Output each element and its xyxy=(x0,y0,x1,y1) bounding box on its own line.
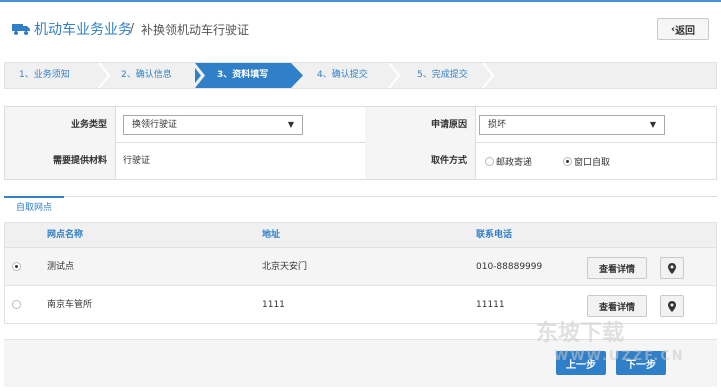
map-pin-icon xyxy=(668,262,676,274)
table-header: 网点名称 地址 联系电话 xyxy=(5,223,716,247)
page-title: 机动车业务业务 xyxy=(34,22,132,38)
materials-value: 行驶证 xyxy=(123,156,151,166)
page-header: 机动车业务业务 / 补换领机动车行驶证 ‹ 返回 xyxy=(0,0,721,52)
caret-down-icon: ▼ xyxy=(649,120,656,129)
map-pin-button[interactable] xyxy=(660,257,684,279)
tab-bar: 自取网点 xyxy=(4,196,717,219)
pickup-option-window-label: 窗口自取 xyxy=(574,157,611,168)
step-progress: 1、业务须知 2、确认信息 3、资料填写 4、确认提交 5、完成提交 xyxy=(4,62,717,89)
pickup-option-post-label: 邮政寄递 xyxy=(496,157,533,168)
map-pin-icon xyxy=(668,300,676,312)
business-type-value: 换领行驶证 xyxy=(132,120,178,130)
step-separator xyxy=(388,63,401,88)
reason-select[interactable]: 损坏 ▼ xyxy=(479,115,665,135)
step-4-label: 4、确认提交 xyxy=(317,70,368,80)
column-header-address: 地址 xyxy=(262,230,281,240)
breadcrumb-separator: / xyxy=(130,21,135,35)
page-subtitle: 补换领机动车行驶证 xyxy=(141,23,250,37)
view-details-label: 查看详情 xyxy=(598,264,635,275)
column-header-name: 网点名称 xyxy=(47,230,84,240)
form-footer: 上一步 下一步 xyxy=(4,339,717,387)
pickup-option-post[interactable]: 邮政寄递 xyxy=(485,143,532,179)
step-separator xyxy=(98,63,111,88)
step-3-label: 3、资料填写 xyxy=(217,70,269,80)
application-form: 业务类型 换领行驶证 ▼ 申请原因 损坏 ▼ 需要提供材料 行驶证 取件方式 邮… xyxy=(4,106,717,180)
caret-down-icon: ▼ xyxy=(287,120,294,129)
next-step-button[interactable]: 下一步 xyxy=(616,351,666,375)
business-type-select[interactable]: 换领行驶证 ▼ xyxy=(123,115,303,135)
tab-pickup-points[interactable]: 自取网点 xyxy=(4,196,64,219)
row-radio-button[interactable] xyxy=(12,262,21,271)
reason-value: 损坏 xyxy=(488,120,507,130)
step-3: 3、资料填写 xyxy=(195,63,291,88)
step-1: 1、业务须知 xyxy=(5,63,97,88)
row-radio-button[interactable] xyxy=(12,300,21,309)
pickup-point-table: 网点名称 地址 联系电话 测试点 北京天安门 010-88889999 查看详情… xyxy=(4,222,717,324)
radio-button[interactable] xyxy=(485,156,494,166)
point-phone: 11111 xyxy=(476,300,505,310)
view-details-button[interactable]: 查看详情 xyxy=(587,295,647,317)
pickup-label: 取件方式 xyxy=(365,143,475,179)
reason-label: 申请原因 xyxy=(365,107,475,143)
step-5-label: 5、完成提交 xyxy=(417,70,468,80)
back-button[interactable]: ‹ 返回 xyxy=(657,18,709,40)
step-2: 2、确认信息 xyxy=(111,63,195,88)
column-header-phone: 联系电话 xyxy=(476,230,513,240)
truck-icon xyxy=(12,24,30,35)
previous-step-button[interactable]: 上一步 xyxy=(556,351,606,375)
step-arrow-in xyxy=(191,63,205,88)
step-1-label: 1、业务须知 xyxy=(19,70,70,80)
form-row-1: 业务类型 换领行驶证 ▼ 申请原因 损坏 ▼ xyxy=(5,107,716,143)
table-row[interactable]: 测试点 北京天安门 010-88889999 查看详情 xyxy=(5,247,716,285)
pickup-option-window[interactable]: 窗口自取 xyxy=(563,143,610,179)
map-pin-button[interactable] xyxy=(660,295,684,317)
materials-label: 需要提供材料 xyxy=(5,143,115,179)
back-button-label: 返回 xyxy=(675,25,696,37)
point-name: 测试点 xyxy=(47,262,75,272)
table-row[interactable]: 南京车管所 1111 11111 查看详情 xyxy=(5,285,716,323)
step-separator xyxy=(482,63,495,88)
point-name: 南京车管所 xyxy=(47,300,93,310)
view-details-button[interactable]: 查看详情 xyxy=(587,257,647,279)
business-type-label: 业务类型 xyxy=(5,107,115,143)
view-details-label: 查看详情 xyxy=(598,302,635,313)
step-arrow-out xyxy=(291,63,303,88)
form-row-2: 需要提供材料 行驶证 取件方式 邮政寄递 窗口自取 xyxy=(5,143,716,179)
point-address: 北京天安门 xyxy=(262,262,308,272)
step-2-label: 2、确认信息 xyxy=(121,70,172,80)
point-phone: 010-88889999 xyxy=(476,262,543,272)
radio-button[interactable] xyxy=(563,156,572,166)
point-address: 1111 xyxy=(262,300,285,310)
